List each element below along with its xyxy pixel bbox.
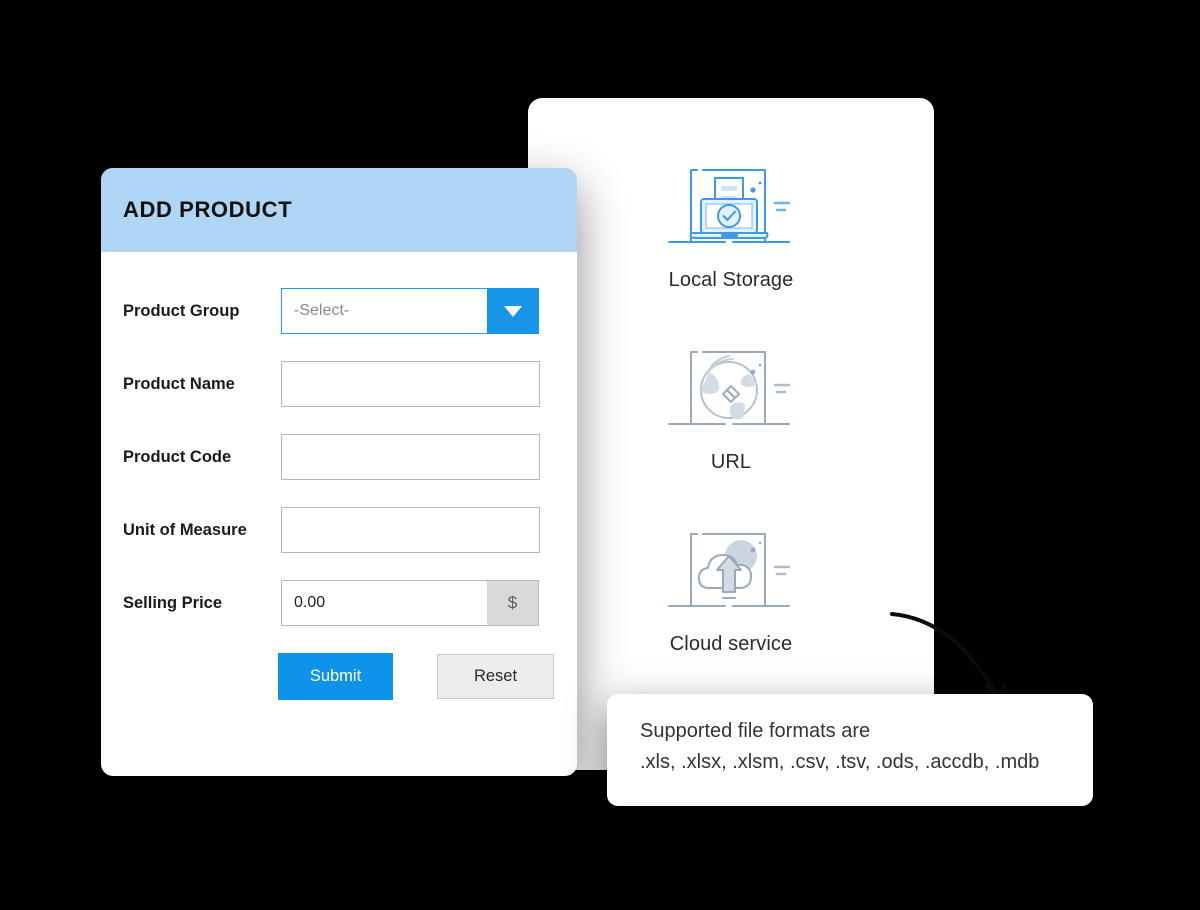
- product-code-input[interactable]: [281, 434, 540, 480]
- cloud-upload-icon: [665, 506, 797, 630]
- source-option-local-storage[interactable]: Local Storage: [528, 142, 934, 324]
- globe-link-icon: [665, 324, 797, 448]
- source-label-local-storage: Local Storage: [668, 269, 794, 291]
- reset-button[interactable]: Reset: [437, 654, 554, 699]
- form-row-selling-price: Selling Price $: [101, 580, 577, 626]
- chevron-down-icon[interactable]: [487, 288, 539, 334]
- import-sources-list: Local Storage URL Cloud service: [528, 98, 934, 688]
- form-row-unit-of-measure: Unit of Measure: [101, 507, 577, 553]
- supported-formats-callout: Supported file formats are .xls, .xlsx, …: [607, 694, 1093, 806]
- form-body: Product Group Product Name Product Code: [101, 252, 577, 700]
- currency-symbol-icon: $: [487, 580, 539, 626]
- label-product-name: Product Name: [123, 374, 235, 393]
- product-group-input[interactable]: [281, 288, 487, 334]
- product-name-field-shell: [281, 361, 540, 407]
- form-row-product-code: Product Code: [101, 434, 577, 480]
- callout-line-2: .xls, .xlsx, .xlsm, .csv, .tsv, .ods, .a…: [640, 751, 1040, 773]
- source-label-url: URL: [710, 451, 752, 473]
- form-row-product-group: Product Group: [101, 288, 577, 334]
- source-option-url[interactable]: URL: [528, 324, 934, 506]
- label-unit-of-measure: Unit of Measure: [123, 520, 247, 539]
- laptop-upload-icon: [665, 142, 797, 266]
- selling-price-field-shell: $: [281, 580, 539, 626]
- source-option-cloud-service[interactable]: Cloud service: [528, 506, 934, 688]
- form-row-product-name: Product Name: [101, 361, 577, 407]
- selling-price-input[interactable]: [281, 580, 487, 626]
- unit-of-measure-input[interactable]: [281, 507, 540, 553]
- product-group-select[interactable]: [281, 288, 539, 334]
- form-actions: Submit Reset: [101, 653, 577, 700]
- product-code-field-shell: [281, 434, 540, 480]
- import-sources-panel: Local Storage URL Cloud service: [528, 98, 934, 770]
- product-name-input[interactable]: [281, 361, 540, 407]
- callout-line-1: Supported file formats are: [640, 720, 871, 742]
- canvas-background: Local Storage URL Cloud service ADD PROD…: [0, 0, 1200, 910]
- label-selling-price: Selling Price: [123, 593, 223, 612]
- source-label-cloud-service: Cloud service: [669, 633, 793, 655]
- label-product-code: Product Code: [123, 447, 232, 466]
- page-title: ADD PRODUCT: [123, 197, 293, 222]
- label-product-group: Product Group: [123, 301, 240, 320]
- form-header: ADD PRODUCT: [101, 168, 577, 252]
- unit-of-measure-field-shell: [281, 507, 540, 553]
- submit-button[interactable]: Submit: [278, 653, 393, 700]
- add-product-form-card: ADD PRODUCT Product Group Product Name: [101, 168, 577, 776]
